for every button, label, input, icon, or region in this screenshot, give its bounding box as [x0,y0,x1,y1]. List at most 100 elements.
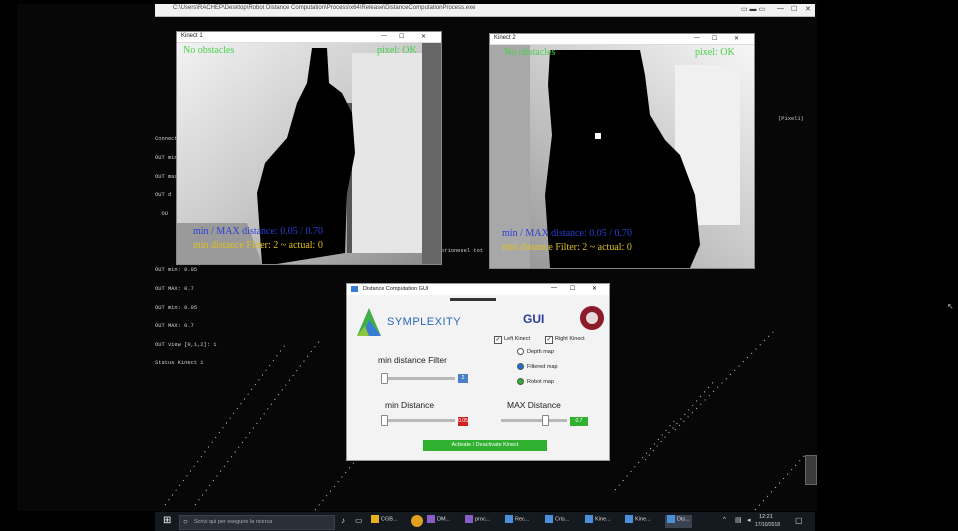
notifications-icon[interactable]: ▢ [795,516,803,525]
kinect2-pixel-status: pixel: OK [695,47,735,58]
taskbar-item-active[interactable]: Dis... [665,515,692,528]
kinect2-window: Kinect 2 — ☐ ✕ No obstacles pixel: OK mi… [489,33,755,269]
max-distance-slider-track[interactable] [501,419,567,422]
taskbar-item[interactable]: Rec... [505,515,529,528]
close-icon[interactable]: ✕ [592,285,597,292]
kinect1-window: Kinect 1 — ☐ ✕ No obstacles pixel: OK mi… [176,31,442,265]
maximize-icon[interactable]: ☐ [712,35,717,42]
taskbar-item-label: CGB... [381,516,398,523]
close-icon[interactable]: ✕ [734,35,739,42]
cortana-icon: ○ [183,517,188,526]
taskbar-item-label: Dis... [677,516,690,523]
kinect2-filter-line: min distance Filter: 2 ~ actual: 0 [502,242,632,253]
windows-start-icon[interactable]: ⊞ [163,516,173,526]
kinect2-title: Kinect 2 [494,35,516,41]
window-controls-mini-icon: ▭ ▬ ▭ [741,6,766,13]
console-title-bar: C:\Users\RACHEP\Desktop\Robot Distance C… [155,4,815,17]
minimize-icon[interactable]: — [694,35,700,41]
minimize-icon[interactable]: — [551,285,557,291]
network-icon[interactable]: ▤ [735,516,742,524]
gui-heading: GUI [523,312,545,326]
log-line: OUT MAX: 0.7 [155,286,194,293]
robot-map-label: Robot map [527,379,554,385]
university-seal-icon [580,306,604,330]
taskbar-item[interactable]: CGB... [371,515,398,528]
max-distance-value: 0.7 [570,417,588,426]
brand-name: SYMPLEXITY [387,316,462,328]
taskbar-item-label: Rec... [515,516,530,523]
min-filter-slider-thumb[interactable] [381,373,388,384]
min-distance-slider-thumb[interactable] [381,415,388,426]
taskbar-item[interactable]: DM... [427,515,450,528]
window-icon [625,515,633,523]
console-scrollbar[interactable] [805,455,817,485]
taskbar-item[interactable]: proc... [465,515,490,528]
task-view-icon[interactable]: ▭ [355,516,363,525]
min-distance-slider-track[interactable] [383,419,455,422]
gui-title-bar: Distance Computation GUI — ☐ ✕ [347,284,609,295]
log-line: OUT min: 0.05 [155,304,198,311]
kinect1-distance-line: min / MAX distance: 0.05 / 0.70 [193,226,323,237]
taskbar-item-label: proc... [475,516,491,523]
taskbar: ⊞ ○ Scrivi qui per eseguire la ricerca ♪… [155,512,815,531]
depth-map-radio[interactable] [517,348,524,355]
close-icon[interactable]: ✕ [805,5,811,13]
mic-icon[interactable]: ♪ [341,516,345,525]
max-distance-label: MAX Distance [507,400,561,410]
taskbar-item-label: DM... [437,516,451,523]
taskbar-item-label: Cris... [555,516,570,523]
left-kinect-label: Left Kinect [504,336,530,342]
gui-title: Distance Computation GUI [363,286,429,292]
window-icon [585,515,593,523]
taskbar-item[interactable]: Cris... [545,515,569,528]
kinect2-distance-line: min / MAX distance: 0.05 / 0.70 [502,228,632,239]
min-filter-label: min distance Filter [378,355,447,365]
search-box[interactable]: ○ Scrivi qui per eseguire la ricerca [179,515,335,530]
tray-chevron-icon[interactable]: ^ [723,517,726,523]
filtered-map-radio[interactable] [517,363,524,370]
volume-icon[interactable]: ◂ [747,516,751,524]
left-kinect-checkbox[interactable]: ✓ [494,336,502,344]
clock-time[interactable]: 12:21 [759,514,773,520]
taskbar-item-label: Kine... [595,516,611,523]
visual-studio-icon [465,515,473,523]
maximize-icon[interactable]: ☐ [399,33,404,40]
kinect2-title-bar: Kinect 2 — ☐ ✕ [490,34,754,45]
right-kinect-checkbox[interactable]: ✓ [545,336,553,344]
mouse-cursor-icon: ↖ [947,302,954,311]
kinect1-obstacle-status: No obstacles [183,45,235,56]
taskbar-item[interactable]: Kine... [585,515,611,528]
min-filter-slider-track[interactable] [383,377,455,380]
minimize-icon[interactable]: — [381,33,387,39]
kinect1-filter-line: min distance Filter: 2 ~ actual: 0 [193,240,323,251]
clock-date[interactable]: 17/10/2018 [755,522,780,528]
max-distance-slider-thumb[interactable] [542,415,549,426]
distance-gui-window: Distance Computation GUI — ☐ ✕ SYMPLEXIT… [346,283,610,461]
gui-status-bar [450,298,496,301]
maximize-icon[interactable]: ☐ [791,5,797,13]
window-icon [505,515,513,523]
maximize-icon[interactable]: ☐ [570,285,575,292]
right-kinect-label: Right Kinect [555,336,585,342]
depth-map-label: Depth map [527,349,554,355]
robot-map-radio[interactable] [517,378,524,385]
minimize-icon[interactable]: — [777,5,784,12]
min-distance-label: min Distance [385,400,435,410]
taskbar-item[interactable]: Kine... [625,515,651,528]
app-icon [351,286,358,292]
chrome-icon[interactable] [411,515,423,527]
kinect2-obstacle-status: No obstacles [504,47,556,58]
console-right-label: (Pixel1) [778,116,804,122]
taskbar-item-label: Kine... [635,516,651,523]
close-icon[interactable]: ✕ [421,33,426,40]
visual-studio-icon [427,515,435,523]
activate-kinect-button[interactable]: Activate / Deactivate Kinect [423,440,547,451]
search-placeholder: Scrivi qui per eseguire la ricerca [194,519,273,525]
window-icon [545,515,553,523]
file-explorer-icon [371,515,379,523]
log-line: OUT min: 0.05 [155,267,198,274]
kinect1-title: Kinect 1 [181,33,203,39]
kinect1-pixel-status: pixel: OK [377,45,417,56]
symplexity-logo-icon [357,308,381,336]
min-filter-value: 2 [458,374,468,383]
